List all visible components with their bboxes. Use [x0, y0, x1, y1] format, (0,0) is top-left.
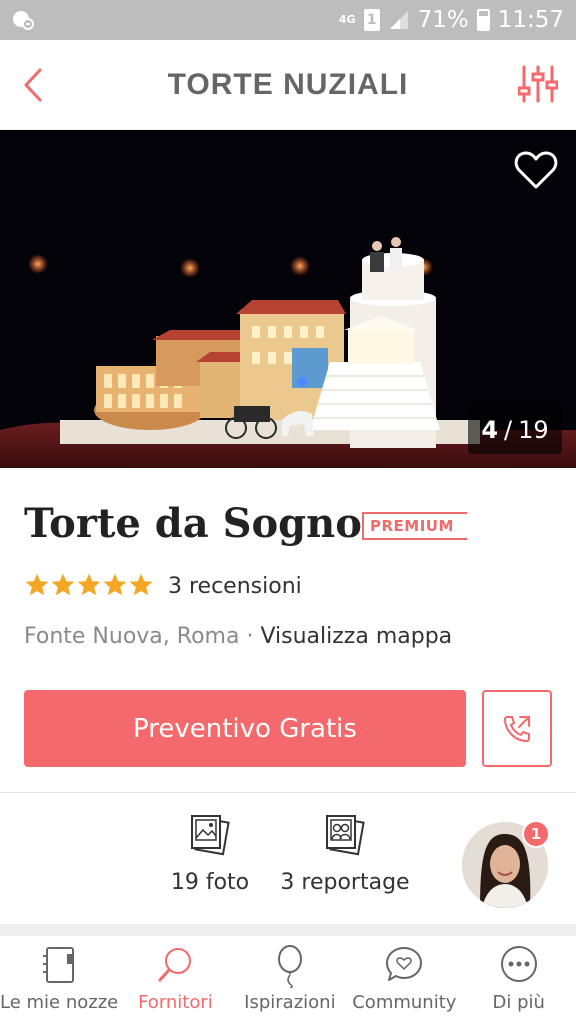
account-sync-icon [13, 11, 34, 30]
photo-counter-current: 4 [481, 416, 499, 444]
search-icon [158, 948, 192, 982]
reviews-link[interactable]: 3 recensioni [168, 574, 302, 599]
vendor-photo-gallery[interactable]: 4 / 19 [0, 130, 576, 468]
battery-icon [476, 9, 490, 31]
photos-link[interactable]: 19 foto [170, 812, 250, 895]
more-icon [500, 946, 537, 982]
premium-badge: PREMIUM [362, 512, 468, 540]
reportage-link[interactable]: 3 reportage [280, 812, 410, 895]
favorite-heart-icon[interactable] [514, 150, 558, 190]
nav-label: Le mie nozze [0, 992, 119, 1013]
reportage-count: 3 reportage [280, 870, 410, 895]
nav-item-ispirazioni[interactable]: Ispirazioni [233, 936, 347, 1024]
divider [0, 792, 576, 793]
notebook-icon [43, 947, 75, 983]
vendor-location: Fonte Nuova, Roma · Visualizza mappa [24, 624, 452, 649]
signal-icon [389, 11, 408, 29]
balloon-icon [277, 945, 302, 988]
nav-item-community[interactable]: Community [347, 936, 461, 1024]
chat-heart-icon [386, 947, 423, 981]
photo-counter: 4 / 19 [468, 406, 562, 454]
nav-label: Di più [492, 992, 545, 1013]
sim-indicator: 1 [363, 9, 380, 31]
nav-label: Fornitori [138, 992, 213, 1013]
page-title: TORTE NUZIALI [167, 68, 409, 101]
notification-badge: 1 [522, 820, 550, 848]
photos-count: 19 foto [170, 870, 250, 895]
star-icon [25, 573, 49, 596]
clock: 11:57 [497, 7, 564, 33]
star-icon [51, 573, 75, 596]
top-bar: TORTE NUZIALI [0, 40, 576, 130]
section-separator [0, 924, 576, 936]
star-icon [129, 573, 153, 596]
filter-sliders-icon[interactable] [518, 64, 558, 104]
network-indicator: 4G [338, 13, 356, 26]
photo-counter-total: 19 [518, 416, 549, 444]
reportage-icon [326, 815, 365, 856]
nav-item-fornitori[interactable]: Fornitori [118, 936, 232, 1024]
view-map-link[interactable]: Visualizza mappa [260, 624, 452, 649]
photos-icon [191, 815, 230, 856]
photo-counter-separator: / [504, 416, 513, 444]
nav-label: Community [352, 992, 457, 1013]
star-icon [103, 573, 127, 596]
free-quote-button[interactable]: Preventivo Gratis [24, 690, 466, 767]
status-bar: 4G 1 71% 11:57 [0, 0, 576, 40]
location-separator: · [246, 624, 254, 649]
star-icon [77, 573, 101, 596]
call-button[interactable] [482, 690, 552, 767]
bottom-navigation: Le mie nozze Fornitori Ispirazioni Commu… [0, 936, 576, 1024]
phone-outgoing-icon [504, 715, 530, 742]
location-text: Fonte Nuova, Roma [24, 624, 240, 649]
nav-item-di-piu[interactable]: Di più [462, 936, 576, 1024]
battery-percent: 71% [417, 7, 469, 33]
rating-stars [24, 572, 154, 598]
nav-item-le-mie-nozze[interactable]: Le mie nozze [0, 936, 118, 1024]
vendor-name: Torte da Sogno [24, 500, 362, 547]
nav-label: Ispirazioni [244, 992, 336, 1013]
